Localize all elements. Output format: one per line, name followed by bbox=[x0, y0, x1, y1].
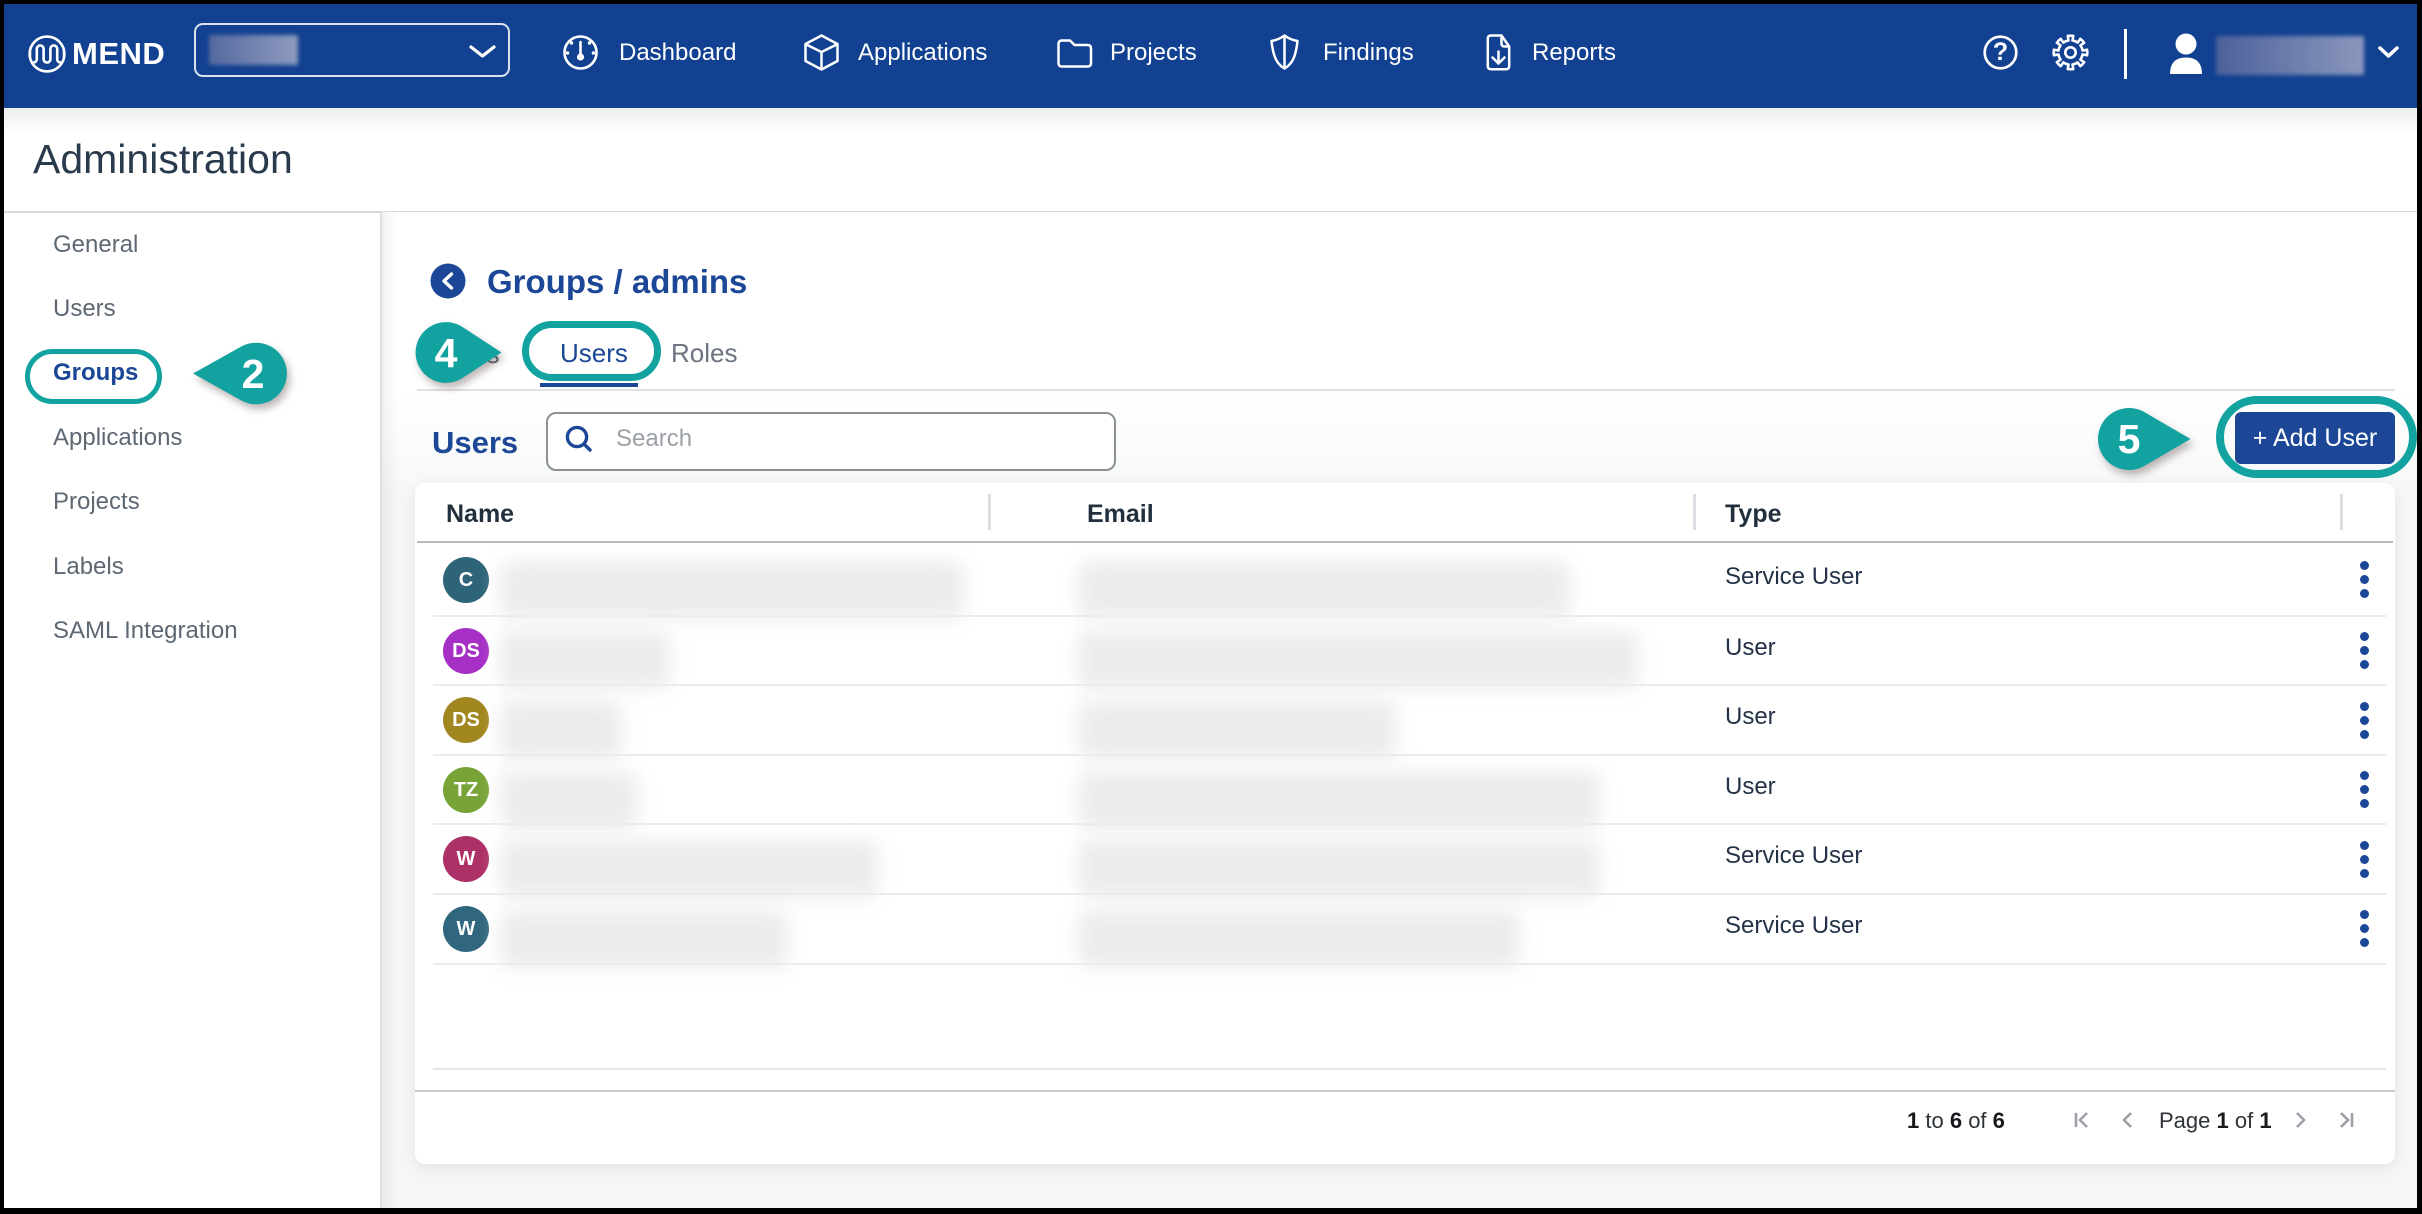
svg-text:2: 2 bbox=[242, 351, 265, 397]
svg-text:4: 4 bbox=[435, 330, 458, 376]
svg-text:5: 5 bbox=[2118, 416, 2141, 462]
